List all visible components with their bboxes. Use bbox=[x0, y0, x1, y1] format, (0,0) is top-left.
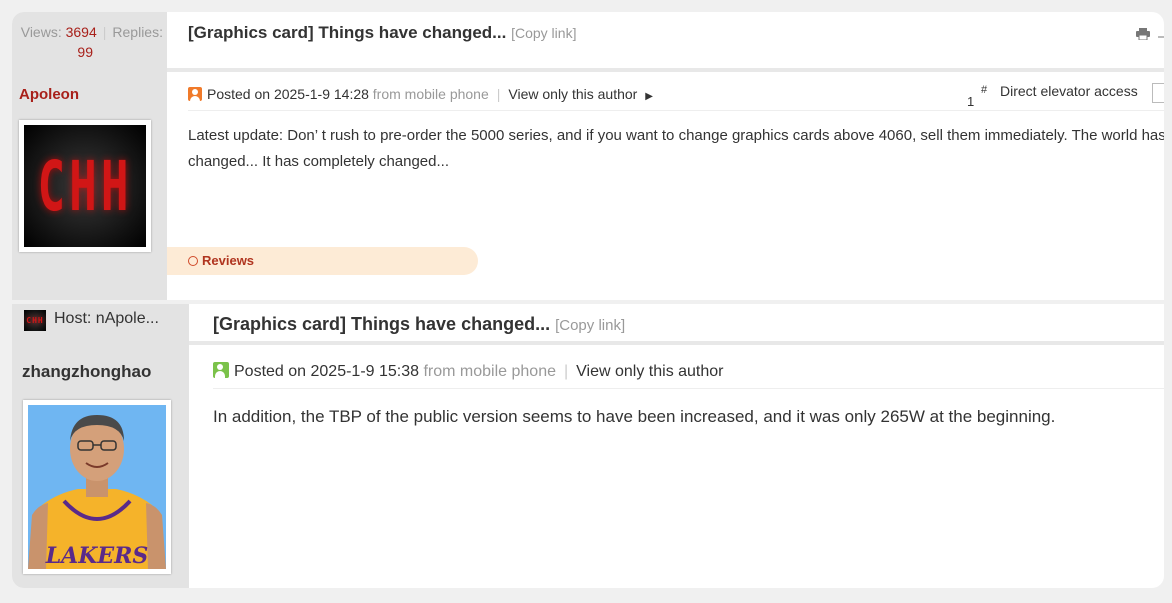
print-icon[interactable] bbox=[1136, 28, 1150, 40]
menu-stub bbox=[1158, 36, 1164, 38]
views-count: 3694 bbox=[65, 24, 97, 40]
post1-header-divider bbox=[167, 68, 1164, 72]
post2-meta-row: Posted on 2025-1-9 15:38 from mobile pho… bbox=[213, 362, 724, 381]
user-badge-icon-green bbox=[213, 362, 229, 378]
thread-title-row: [Graphics card] Things have changed... [… bbox=[188, 23, 576, 43]
post1-body: Latest update: Don’ t rush to pre-order … bbox=[188, 127, 1164, 170]
chh-logo-text: CHH bbox=[37, 145, 133, 227]
post1-source: from mobile phone bbox=[372, 86, 489, 102]
post1-meta-divider bbox=[188, 110, 1164, 111]
user-badge-icon bbox=[188, 87, 202, 101]
jersey-text: LAKERS bbox=[45, 543, 149, 569]
views-label: Views: bbox=[20, 24, 66, 40]
post2-title-row: [Graphics card] Things have changed... [… bbox=[213, 314, 625, 335]
host-label[interactable]: Host: nApole... bbox=[54, 310, 159, 328]
floor-number: 1 bbox=[967, 94, 975, 109]
post2-header-divider bbox=[189, 341, 1164, 345]
post2-body: In addition, the TBP of the public versi… bbox=[213, 407, 1056, 426]
floor-mark: # bbox=[981, 84, 988, 96]
post2-meta-divider bbox=[213, 388, 1164, 389]
reviews-label: Reviews bbox=[202, 253, 255, 268]
host-chh-logo: CHH bbox=[24, 310, 46, 331]
thread-stats: Views: 3694 | Replies: 99 bbox=[20, 24, 163, 60]
post1-view-only-author[interactable]: View only this author bbox=[508, 86, 637, 102]
post1-avatar[interactable]: CHH bbox=[19, 120, 151, 252]
chh-logo: CHH bbox=[24, 125, 146, 247]
post2-author-name[interactable]: zhangzhonghao bbox=[22, 362, 151, 382]
post1-author-name[interactable]: Apoleon bbox=[19, 86, 79, 103]
thread-title: [Graphics card] Things have changed... bbox=[188, 23, 507, 42]
post1-meta-row: Posted on 2025-1-9 14:28 from mobile pho… bbox=[188, 86, 653, 102]
host-avatar: CHH bbox=[24, 310, 46, 331]
post2-copy-link[interactable]: [Copy link] bbox=[555, 317, 625, 334]
copy-link[interactable]: [Copy link] bbox=[511, 25, 576, 41]
post2-source: from mobile phone bbox=[423, 363, 556, 380]
post2-avatar[interactable]: LAKERS bbox=[23, 400, 171, 574]
post1-posted-time: Posted on 2025-1-9 14:28 bbox=[207, 86, 369, 102]
person-photo-icon: LAKERS bbox=[28, 405, 166, 569]
post2-posted-time: Posted on 2025-1-9 15:38 bbox=[234, 363, 420, 380]
caret-right-icon: ▶ bbox=[645, 91, 653, 102]
post2-thread-title: [Graphics card] Things have changed... bbox=[213, 314, 551, 334]
replies-label: Replies: bbox=[112, 24, 163, 40]
replies-count: 99 bbox=[77, 44, 93, 60]
elevator-input[interactable] bbox=[1152, 83, 1164, 103]
forum-thread: Views: 3694 | Replies: 99 [Graphics card] … bbox=[12, 12, 1164, 588]
post2-view-only-author[interactable]: View only this author bbox=[576, 363, 723, 380]
reviews-circle-icon bbox=[188, 256, 198, 266]
direct-elevator-label: Direct elevator access bbox=[1000, 83, 1138, 99]
reviews-bar[interactable]: Reviews bbox=[167, 247, 478, 275]
host-chh-logo-text: CHH bbox=[26, 316, 44, 325]
